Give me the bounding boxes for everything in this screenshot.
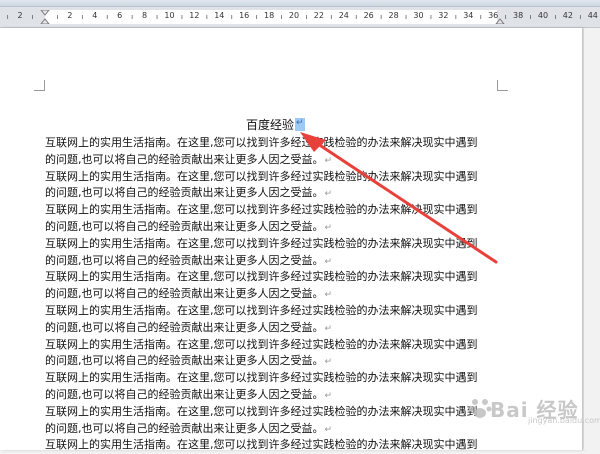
paragraph-mark: ↵ [324,424,333,435]
paragraph-line: 互联网上的实用生活指南。在这里,您可以找到许多经过实践检验的办法来解决现实中遇到 [45,303,478,317]
paragraph-line: 的问题,也可以将自己的经验贡献出来让更多人因之受益。↵ [45,186,333,200]
paragraph-line: 的问题,也可以将自己的经验贡献出来让更多人因之受益。↵ [45,354,333,368]
ruler-number: 10 [164,11,175,20]
ruler-number: 38 [513,11,524,20]
paragraph-mark: ↵ [324,357,333,368]
paragraph-mark: ↵ [324,390,333,401]
ruler-number: 42 [562,11,573,20]
ruler-number: 36 [488,11,499,20]
paragraph-line: 互联网上的实用生活指南。在这里,您可以找到许多经过实践检验的办法来解决现实中遇到 [45,169,478,183]
paragraph-line: 的问题,也可以将自己的经验贡献出来让更多人因之受益。↵ [45,421,333,435]
paragraph-line: 互联网上的实用生活指南。在这里,您可以找到许多经过实践检验的办法来解决现实中遇到 [45,236,478,250]
ruler-number: 14 [214,11,225,20]
ruler-number: 2 [17,11,23,20]
paragraph-line: 互联网上的实用生活指南。在这里,您可以找到许多经过实践检验的办法来解决现实中遇到 [45,337,478,351]
ruler-number: 2 [67,11,73,20]
paragraph-line: 的问题,也可以将自己的经验贡献出来让更多人因之受益。↵ [45,253,333,267]
ruler-number: 16 [239,11,250,20]
paragraph-mark: ↵ [324,189,333,200]
document-title[interactable]: 百度经验 [246,116,306,133]
horizontal-ruler[interactable]: 2 2 4 6 8 10 12 14 16 18 20 22 24 26 28 30 32 34 36 38 40 42 4… [0,10,600,24]
ruler-number: 20 [288,11,300,20]
ruler-number: 44 [587,11,598,20]
ruler-number: 6 [117,11,123,20]
ruler-number: 4 [92,11,98,20]
paragraph-line: 互联网上的实用生活指南。在这里,您可以找到许多经过实践检验的办法来解决现实中遇到 [45,438,478,452]
paragraph-mark: ↵ [324,323,333,334]
ruler-number: 24 [338,11,349,20]
ruler-number: 34 [463,11,474,20]
paragraph-mark: ↵ [324,222,333,233]
document-body[interactable]: 互联网上的实用生活指南。在这里,您可以找到许多经过实践检验的办法来解决现实中遇到… [45,135,495,454]
ribbon-group-labels-strip [0,0,600,7]
ruler-number: 28 [388,11,399,20]
ruler-number: 8 [142,11,148,20]
ruler-number: 18 [264,11,275,20]
paragraph-mark: ↵ [324,256,333,267]
watermark-subtext: jingyan.baidu.com [528,416,600,425]
ruler-number: 12 [189,11,200,20]
ruler-ticks [7,10,581,24]
paragraph-line: 互联网上的实用生活指南。在这里,您可以找到许多经过实践检验的办法来解决现实中遇到 [45,270,478,284]
paragraph-line: 互联网上的实用生活指南。在这里,您可以找到许多经过实践检验的办法来解决现实中遇到 [45,371,478,385]
paragraph-line: 的问题,也可以将自己的经验贡献出来让更多人因之受益。↵ [45,387,333,401]
paragraph-mark: ↵ [324,290,333,301]
paragraph-line: 的问题,也可以将自己的经验贡献出来让更多人因之受益。↵ [45,219,333,233]
paragraph-line: 互联网上的实用生活指南。在这里,您可以找到许多经过实践检验的办法来解决现实中遇到 [45,404,478,418]
margin-corner-top-left [34,80,45,91]
paragraph-mark: ↵ [324,155,333,166]
ruler-number: 22 [313,11,324,20]
ruler-number: 32 [438,11,449,20]
paragraph-line: 的问题,也可以将自己的经验贡献出来让更多人因之受益。↵ [45,287,333,301]
selected-paragraph-mark [295,116,306,131]
paragraph-line: 互联网上的实用生活指南。在这里,您可以找到许多经过实践检验的办法来解决现实中遇到 [45,203,478,217]
paragraph-line: 的问题,也可以将自己的经验贡献出来让更多人因之受益。↵ [45,152,333,166]
paragraph-line: 的问题,也可以将自己的经验贡献出来让更多人因之受益。↵ [45,320,333,334]
margin-corner-top-right [497,80,508,91]
ruler-number: 40 [537,11,549,20]
watermark: Bai 经验 jingyan.baidu.com [468,392,600,426]
paragraph-line: 互联网上的实用生活指南。在这里,您可以找到许多经过实践检验的办法来解决现实中遇到 [45,136,478,149]
document-title-text: 百度经验 [246,118,295,132]
horizontal-ruler-bar: 2 2 4 6 8 10 12 14 16 18 20 22 24 26 28 30 32 34 36 38 40 42 4… [0,7,600,28]
ruler-number: 26 [363,11,374,20]
vertical-scrollbar[interactable] [584,28,600,450]
paw-logo-icon [468,399,492,418]
ruler-number: 30 [413,11,424,20]
